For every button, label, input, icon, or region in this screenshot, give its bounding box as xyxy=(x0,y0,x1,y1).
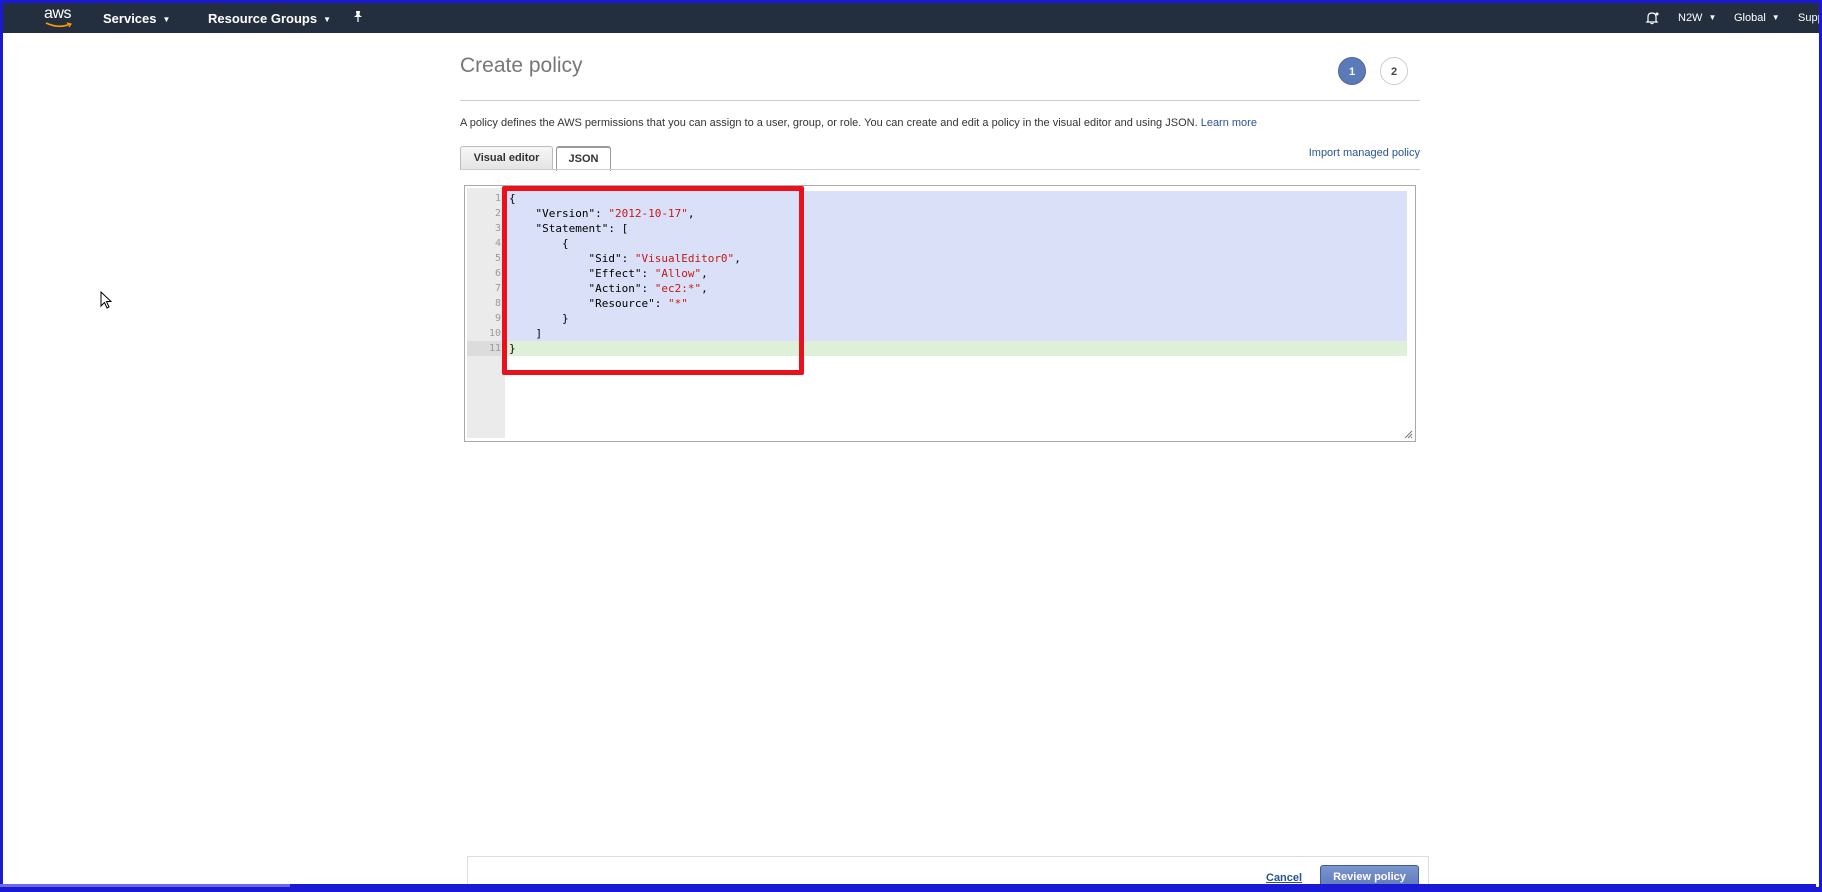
browser-viewport: aws Services ▼ Resource Groups ▼ N2W ▼ G… xyxy=(3,3,1819,887)
import-managed-policy-link[interactable]: Import managed policy xyxy=(1309,147,1420,159)
mouse-pointer-icon xyxy=(100,291,113,309)
annotation-highlight-box xyxy=(502,186,804,375)
aws-smile-icon xyxy=(45,22,72,28)
bell-icon xyxy=(1645,12,1659,25)
line-number: 2 xyxy=(494,208,501,219)
support-menu[interactable]: Supp xyxy=(1798,12,1819,24)
line-number: 6 xyxy=(494,268,501,279)
chevron-down-icon: ▼ xyxy=(162,15,171,24)
line-number: 1 xyxy=(494,193,501,204)
line-number: 4 xyxy=(494,238,501,249)
step-1-indicator: 1 xyxy=(1338,57,1366,85)
line-number: 5 xyxy=(494,253,501,264)
chevron-down-icon: ▼ xyxy=(1771,13,1780,22)
resource-groups-label: Resource Groups xyxy=(208,11,318,26)
account-menu[interactable]: N2W ▼ xyxy=(1678,12,1716,24)
line-number: 10 xyxy=(488,328,501,339)
aws-logo[interactable]: aws xyxy=(41,5,77,30)
editor-gutter: 1 ▾ 2 3 ▾ 4 ▾ 5 6 7 8 9 10 11 xyxy=(467,188,506,438)
resize-grip-icon[interactable] xyxy=(1404,430,1413,439)
services-label: Services xyxy=(103,11,157,26)
pin-icon-svg xyxy=(354,11,362,22)
region-label: Global xyxy=(1734,12,1766,24)
account-label: N2W xyxy=(1678,12,1703,24)
resource-groups-menu[interactable]: Resource Groups ▼ xyxy=(208,11,331,26)
horizontal-scrollbar[interactable] xyxy=(0,884,1816,887)
chevron-down-icon: ▼ xyxy=(1708,13,1717,22)
scrollbar-thumb[interactable] xyxy=(0,884,290,887)
support-label: Supp xyxy=(1798,12,1819,24)
region-menu[interactable]: Global ▼ xyxy=(1734,12,1780,24)
tabs-divider xyxy=(460,169,1420,170)
json-editor[interactable]: 1 ▾ 2 3 ▾ 4 ▾ 5 6 7 8 9 10 11 { "Version": "2012-10-1… xyxy=(464,185,1416,442)
description-text: A policy defines the AWS permissions tha… xyxy=(460,117,1198,129)
line-number: 3 xyxy=(494,223,501,234)
line-number: 8 xyxy=(494,298,501,309)
top-navigation-bar: aws Services ▼ Resource Groups ▼ N2W ▼ G… xyxy=(3,3,1819,33)
learn-more-link[interactable]: Learn more xyxy=(1201,117,1257,129)
title-divider xyxy=(460,100,1420,101)
line-number: 11 xyxy=(467,341,501,356)
aws-logo-text: aws xyxy=(44,5,71,22)
notifications-bell-icon[interactable] xyxy=(1645,11,1659,28)
tab-json[interactable]: JSON xyxy=(556,146,611,171)
tab-visual-editor[interactable]: Visual editor xyxy=(460,146,553,170)
cancel-button[interactable]: Cancel xyxy=(1266,872,1302,884)
line-number: 7 xyxy=(494,283,501,294)
page-title: Create policy xyxy=(460,54,583,77)
step-2-indicator: 2 xyxy=(1380,57,1408,85)
chevron-down-icon: ▼ xyxy=(323,15,332,24)
pin-icon[interactable] xyxy=(352,10,364,26)
policy-description: A policy defines the AWS permissions tha… xyxy=(460,117,1257,129)
services-menu[interactable]: Services ▼ xyxy=(103,11,170,26)
line-number: 9 xyxy=(494,313,501,324)
